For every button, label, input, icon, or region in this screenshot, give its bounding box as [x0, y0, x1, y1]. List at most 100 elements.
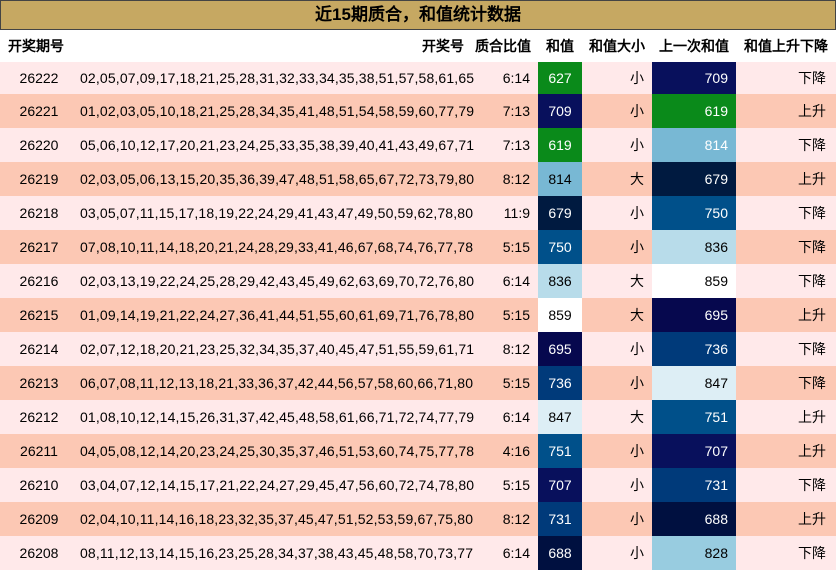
cell-sum: 751 [538, 434, 582, 468]
cell-ratio: 6:14 [468, 400, 538, 434]
cell-size: 大 [582, 298, 652, 332]
cell-prev: 695 [652, 298, 736, 332]
cell-sum: 847 [538, 400, 582, 434]
cell-trend: 下降 [736, 264, 836, 298]
cell-numbers: 06,07,08,11,12,13,18,21,33,36,37,42,44,5… [72, 366, 473, 400]
cell-size: 小 [582, 94, 652, 128]
table-row: 26218 03,05,07,11,15,17,18,19,22,24,29,41… [0, 196, 836, 230]
cell-numbers: 02,07,12,18,20,21,23,25,32,34,35,37,40,4… [72, 332, 474, 366]
cell-sum: 688 [538, 536, 582, 570]
cell-ratio: 7:13 [468, 94, 538, 128]
cell-sum: 627 [538, 62, 582, 94]
cell-prev: 828 [652, 536, 736, 570]
stats-table: 开奖期号 开奖号 质合比值 和值 和值大小 上一次和值 和值上升下降 26222… [0, 30, 836, 570]
cell-ratio: 5:15 [468, 366, 538, 400]
cell-trend: 上升 [736, 298, 836, 332]
cell-issue: 26219 [0, 162, 72, 196]
cell-numbers: 08,11,12,13,14,15,16,23,25,28,34,37,38,4… [72, 536, 473, 570]
table-title: 近15期质合，和值统计数据 [0, 0, 836, 30]
cell-prev: 707 [652, 434, 736, 468]
cell-prev: 709 [652, 62, 736, 94]
header-prev: 上一次和值 [652, 30, 736, 62]
cell-issue: 26208 [0, 536, 72, 570]
cell-ratio: 11:9 [468, 196, 538, 230]
cell-sum: 814 [538, 162, 582, 196]
cell-sum: 679 [538, 196, 582, 230]
cell-numbers: 02,03,05,06,13,15,20,35,36,39,47,48,51,5… [72, 162, 474, 196]
cell-numbers: 01,08,10,12,14,15,26,31,37,42,45,48,58,6… [72, 400, 474, 434]
cell-sum: 836 [538, 264, 582, 298]
table-row: 26210 03,04,07,12,14,15,17,21,22,24,27,29… [0, 468, 836, 502]
cell-trend: 上升 [736, 162, 836, 196]
cell-size: 小 [582, 128, 652, 162]
header-row: 开奖期号 开奖号 质合比值 和值 和值大小 上一次和值 和值上升下降 [0, 30, 836, 62]
cell-ratio: 6:14 [468, 536, 538, 570]
cell-issue: 26221 [0, 94, 72, 128]
cell-numbers: 07,08,10,11,14,18,20,21,24,28,29,33,41,4… [72, 230, 473, 264]
cell-numbers: 03,04,07,12,14,15,17,21,22,24,27,29,45,4… [72, 468, 474, 502]
cell-size: 大 [582, 400, 652, 434]
cell-sum: 750 [538, 230, 582, 264]
cell-prev: 731 [652, 468, 736, 502]
cell-sum: 859 [538, 298, 582, 332]
table-row: 26214 02,07,12,18,20,21,23,25,32,34,35,37… [0, 332, 836, 366]
cell-trend: 下降 [736, 468, 836, 502]
cell-prev: 814 [652, 128, 736, 162]
cell-trend: 下降 [736, 128, 836, 162]
cell-sum: 709 [538, 94, 582, 128]
cell-prev: 751 [652, 400, 736, 434]
cell-ratio: 8:12 [468, 502, 538, 536]
cell-size: 小 [582, 230, 652, 264]
cell-numbers: 02,03,13,19,22,24,25,28,29,42,43,45,49,6… [72, 264, 474, 298]
cell-ratio: 8:12 [468, 162, 538, 196]
cell-size: 大 [582, 264, 652, 298]
cell-trend: 下降 [736, 332, 836, 366]
cell-trend: 上升 [736, 502, 836, 536]
table-row: 26219 02,03,05,06,13,15,20,35,36,39,47,48… [0, 162, 836, 196]
cell-ratio: 5:15 [468, 298, 538, 332]
header-size: 和值大小 [582, 30, 652, 62]
cell-trend: 下降 [736, 230, 836, 264]
cell-size: 小 [582, 196, 652, 230]
cell-issue: 26215 [0, 298, 72, 332]
cell-numbers: 02,05,07,09,17,18,21,25,28,31,32,33,34,3… [72, 62, 474, 94]
cell-prev: 836 [652, 230, 736, 264]
cell-numbers: 01,02,03,05,10,18,21,25,28,34,35,41,48,5… [72, 94, 474, 128]
cell-size: 小 [582, 434, 652, 468]
table-row: 26213 06,07,08,11,12,13,18,21,33,36,37,42… [0, 366, 836, 400]
header-trend: 和值上升下降 [736, 30, 836, 62]
cell-prev: 688 [652, 502, 736, 536]
cell-prev: 859 [652, 264, 736, 298]
cell-size: 小 [582, 332, 652, 366]
table-row: 26221 01,02,03,05,10,18,21,25,28,34,35,41… [0, 94, 836, 128]
cell-issue: 26222 [0, 62, 72, 94]
cell-numbers: 04,05,08,12,14,20,23,24,25,30,35,37,46,5… [72, 434, 474, 468]
cell-ratio: 6:14 [468, 62, 538, 94]
header-ratio: 质合比值 [468, 30, 538, 62]
cell-issue: 26216 [0, 264, 72, 298]
cell-trend: 下降 [736, 196, 836, 230]
cell-sum: 695 [538, 332, 582, 366]
cell-trend: 下降 [736, 62, 836, 94]
cell-size: 小 [582, 536, 652, 570]
table-row: 26211 04,05,08,12,14,20,23,24,25,30,35,37… [0, 434, 836, 468]
cell-trend: 上升 [736, 434, 836, 468]
cell-trend: 上升 [736, 94, 836, 128]
cell-size: 大 [582, 162, 652, 196]
table-row: 26222 02,05,07,09,17,18,21,25,28,31,32,33… [0, 62, 836, 94]
header-numbers: 开奖号 [72, 30, 468, 62]
cell-sum: 731 [538, 502, 582, 536]
cell-prev: 619 [652, 94, 736, 128]
cell-trend: 上升 [736, 400, 836, 434]
cell-size: 小 [582, 366, 652, 400]
table-row: 26208 08,11,12,13,14,15,16,23,25,28,34,37… [0, 536, 836, 570]
table-row: 26212 01,08,10,12,14,15,26,31,37,42,45,48… [0, 400, 836, 434]
cell-issue: 26211 [0, 434, 72, 468]
cell-issue: 26209 [0, 502, 72, 536]
cell-size: 小 [582, 468, 652, 502]
cell-sum: 619 [538, 128, 582, 162]
cell-issue: 26210 [0, 468, 72, 502]
cell-ratio: 6:14 [468, 264, 538, 298]
cell-prev: 679 [652, 162, 736, 196]
cell-prev: 736 [652, 332, 736, 366]
